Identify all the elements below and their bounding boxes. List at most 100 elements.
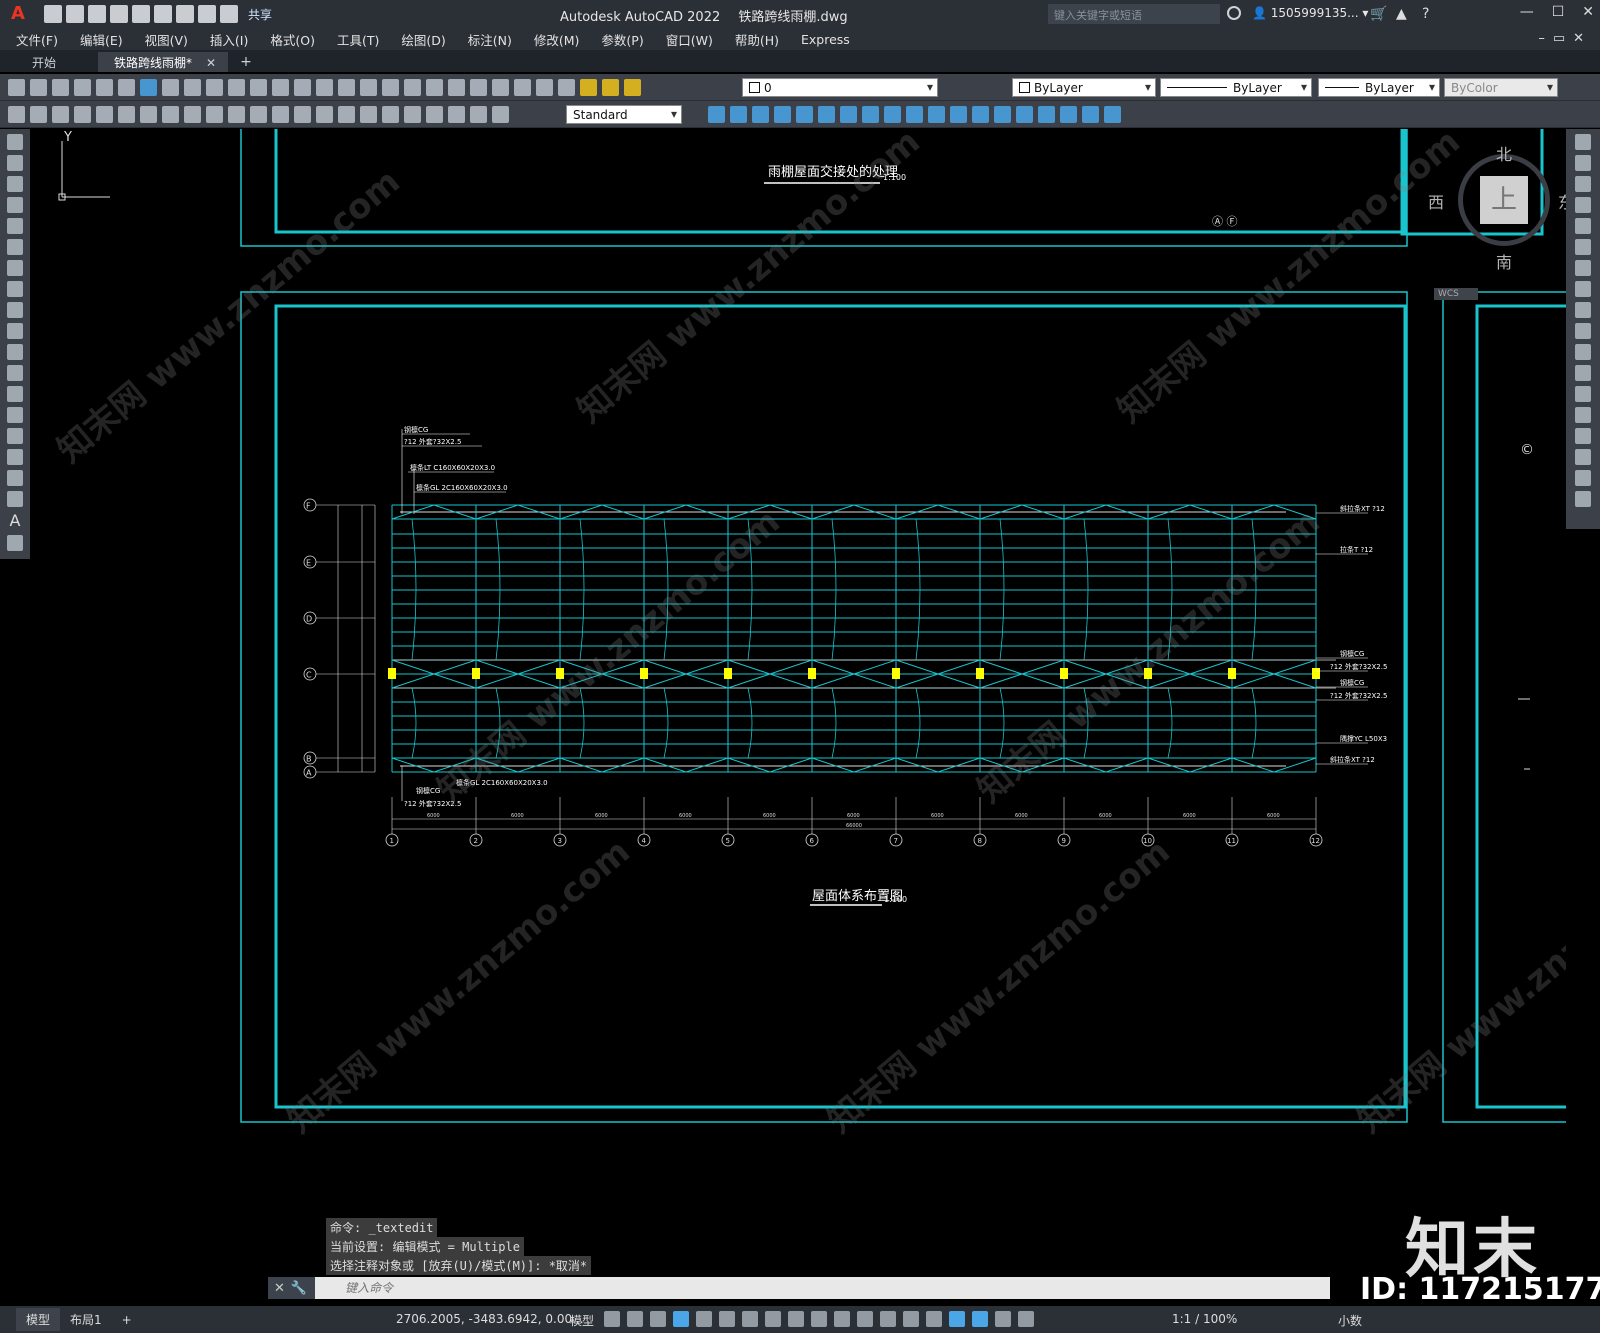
menu-insert[interactable]: 插入(I) [210, 30, 248, 49]
menu-edit[interactable]: 编辑(E) [80, 30, 123, 49]
help-icon[interactable]: ? [1422, 6, 1438, 22]
paste-icon[interactable] [206, 79, 223, 96]
user-account[interactable]: 👤 1505999135... ▾ [1252, 6, 1368, 20]
share-button[interactable]: 共享 [248, 6, 272, 23]
make-block-icon[interactable] [7, 386, 23, 402]
isodraft-icon[interactable] [742, 1311, 758, 1327]
web-mobile-icon[interactable] [132, 5, 150, 23]
3d-print-icon[interactable] [140, 79, 157, 96]
diameter-icon[interactable] [206, 106, 223, 123]
maximize-icon[interactable]: ☐ [1552, 4, 1565, 20]
plot-icon[interactable] [176, 5, 194, 23]
layer-match-icon[interactable] [30, 106, 47, 123]
aligned-dim-icon[interactable] [96, 106, 113, 123]
new-icon[interactable] [44, 5, 62, 23]
break-at-point-icon[interactable] [1575, 365, 1591, 381]
dynamic-ucs-icon[interactable] [903, 1311, 919, 1327]
text-style-dropdown[interactable]: Standard [566, 105, 682, 124]
calculator-icon[interactable] [514, 79, 531, 96]
design-center-icon[interactable] [426, 79, 443, 96]
loft-icon[interactable] [950, 106, 967, 123]
region-icon[interactable] [7, 470, 23, 486]
3d-rotate-icon[interactable] [1060, 106, 1077, 123]
sheet-set-icon[interactable] [470, 79, 487, 96]
circle-icon[interactable] [7, 260, 23, 276]
open-icon[interactable] [30, 79, 47, 96]
save-icon[interactable] [88, 5, 106, 23]
menu-help[interactable]: 帮助(H) [735, 30, 779, 49]
preview-icon[interactable] [96, 79, 113, 96]
gizmo-icon[interactable] [949, 1311, 965, 1327]
subtract-icon[interactable] [994, 106, 1011, 123]
line-icon[interactable] [7, 134, 23, 150]
union-icon[interactable] [972, 106, 989, 123]
layer-properties-icon[interactable] [558, 79, 575, 96]
add-selected-icon[interactable] [7, 535, 23, 551]
insert-block-icon[interactable] [7, 365, 23, 381]
menu-format[interactable]: 格式(O) [270, 30, 315, 49]
3d-osnap-icon[interactable] [880, 1311, 896, 1327]
revcloud-icon[interactable] [7, 281, 23, 297]
sweep-icon[interactable] [906, 106, 923, 123]
cart-icon[interactable]: 🛒 [1370, 6, 1387, 22]
continue-icon[interactable] [294, 106, 311, 123]
blend-icon[interactable] [1575, 470, 1591, 486]
match-icon[interactable] [228, 79, 245, 96]
angular-icon[interactable] [228, 106, 245, 123]
sphere-icon[interactable] [730, 106, 747, 123]
baseline-icon[interactable] [272, 106, 289, 123]
menu-parametric[interactable]: 参数(P) [601, 30, 643, 49]
wedge-icon[interactable] [796, 106, 813, 123]
3d-array-icon[interactable] [1104, 106, 1121, 123]
zoom-previous-icon[interactable] [382, 79, 399, 96]
lineweight-icon[interactable] [811, 1311, 827, 1327]
join-icon[interactable] [1575, 407, 1591, 423]
polar-icon[interactable] [719, 1311, 735, 1327]
point-icon[interactable] [7, 407, 23, 423]
tab-layout1[interactable]: 布局1 [60, 1308, 112, 1331]
intersect-icon[interactable] [1016, 106, 1033, 123]
undo-icon[interactable] [272, 79, 289, 96]
drawing-canvas[interactable]: 雨棚屋面交接处的处理 1:100 Ⓐ Ⓕ F E D C B A 1 2 3 4 5 6 7 8 9 10 11… [30, 129, 1566, 1284]
compass-south[interactable]: 南 [1496, 249, 1512, 273]
cylinder-icon[interactable] [752, 106, 769, 123]
break-icon[interactable] [1575, 386, 1591, 402]
polyline-icon[interactable] [7, 176, 23, 192]
hatch-icon[interactable] [7, 428, 23, 444]
torus-icon[interactable] [818, 106, 835, 123]
tab-model[interactable]: 模型 [16, 1308, 61, 1331]
gradient-icon[interactable] [7, 449, 23, 465]
dim-text-edit-icon[interactable] [470, 106, 487, 123]
copy-object-icon[interactable] [1575, 155, 1591, 171]
coordinates-readout[interactable]: 2706.2005, -3483.6942, 0.00... [396, 1312, 584, 1326]
compass-east[interactable]: 东 [1558, 189, 1566, 213]
color-dropdown[interactable]: ByLayer [1012, 78, 1156, 97]
center-mark-icon[interactable] [382, 106, 399, 123]
qnew-icon[interactable] [8, 79, 25, 96]
extend-icon[interactable] [1575, 344, 1591, 360]
units-display[interactable]: 小数 [1338, 1312, 1362, 1329]
ortho-icon[interactable] [696, 1311, 712, 1327]
help-icon[interactable] [536, 79, 553, 96]
array-icon[interactable] [1575, 218, 1591, 234]
block-editor-icon[interactable] [250, 79, 267, 96]
close-tab-icon[interactable]: ✕ [206, 56, 216, 70]
publish-icon[interactable] [154, 5, 172, 23]
compass-west[interactable]: 西 [1428, 189, 1444, 213]
revolve-icon[interactable] [928, 106, 945, 123]
annotation-scale[interactable]: 1:1 / 100% [1172, 1312, 1237, 1326]
infer-icon[interactable] [650, 1311, 666, 1327]
zoom-window-icon[interactable] [360, 79, 377, 96]
viewcube-top-face[interactable]: 上 [1480, 176, 1528, 224]
radius-icon[interactable] [162, 106, 179, 123]
minimize-icon[interactable]: — [1520, 4, 1534, 20]
lineweight-dropdown[interactable]: ByLayer [1318, 78, 1440, 97]
osnap-tracking-icon[interactable] [765, 1311, 781, 1327]
markup-icon[interactable] [492, 79, 509, 96]
a360-icon[interactable]: ▲ [1396, 6, 1412, 22]
cone-icon[interactable] [774, 106, 791, 123]
menu-dimension[interactable]: 标注(N) [468, 30, 512, 49]
ellipse-arc-icon[interactable] [7, 344, 23, 360]
rectangle-icon[interactable] [7, 218, 23, 234]
layer-bulb-icon[interactable] [580, 79, 597, 96]
